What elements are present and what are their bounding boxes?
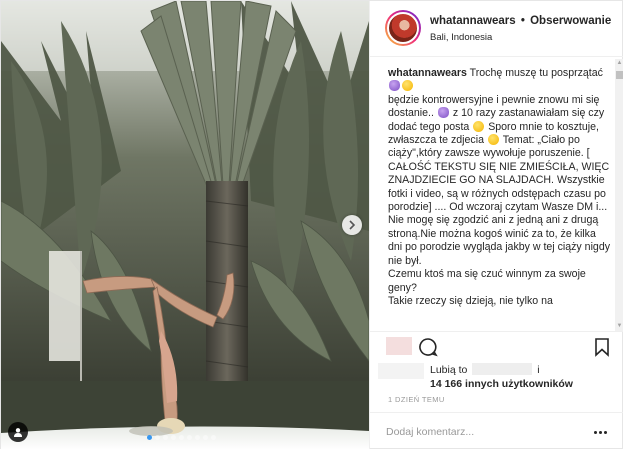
more-dot: [603, 430, 607, 434]
liker-avatar-redacted: [378, 363, 424, 379]
caption-scrollbar[interactable]: ▲ ▼: [615, 59, 623, 331]
carousel-dot: [187, 435, 192, 440]
likes-prefix: Lubią to: [430, 364, 468, 376]
bookmark-icon[interactable]: [592, 337, 612, 357]
carousel-dot: [211, 435, 216, 440]
header-separator: •: [520, 15, 525, 27]
username-link[interactable]: whatannawears: [430, 15, 516, 27]
post-actions: [370, 331, 623, 361]
liker-name-redacted[interactable]: [472, 363, 533, 375]
carousel-dot: [163, 435, 168, 440]
likes-connector: i: [537, 364, 540, 376]
carousel-dot: [195, 435, 200, 440]
carousel-indicator: [147, 435, 216, 440]
caption-line: Temat: „Ciało po ciąży",który zawsze wyw…: [388, 134, 610, 267]
comment-input[interactable]: [386, 423, 576, 441]
user-tag-icon: [14, 428, 22, 437]
post-timestamp[interactable]: 1 DZIEŃ TEMU: [388, 395, 445, 404]
post-side-panel: whatannawears • Obserwowanie Bali, Indon…: [369, 1, 623, 449]
emoji-icon: [402, 80, 413, 92]
comment-bubble-icon[interactable]: [418, 337, 438, 357]
photo-scene: [1, 1, 369, 449]
caption-username[interactable]: whatannawears: [388, 67, 467, 79]
comment-bar: [370, 412, 623, 449]
caption-line: Trochę muszę tu posprzątać: [469, 67, 603, 79]
more-dot: [593, 430, 597, 434]
carousel-next-button[interactable]: [342, 215, 362, 235]
chevron-right-icon: [349, 220, 356, 230]
emoji-icon: [437, 107, 449, 119]
post-photo[interactable]: [1, 1, 369, 449]
header-user-line: whatannawears • Obserwowanie: [430, 15, 611, 27]
carousel-dot: [203, 435, 208, 440]
avatar-image: [387, 12, 419, 44]
more-dot: [598, 430, 602, 434]
caption-line: Takie rzeczy się dzieją, nie tylko na: [388, 294, 553, 307]
caption-line: Czemu ktoś ma się czuć winnym za swoje g…: [388, 268, 586, 294]
carousel-dot: [147, 435, 152, 440]
post-caption: whatannawears Trochę muszę tu posprzątać…: [388, 67, 610, 329]
carousel-dot: [171, 435, 176, 440]
scroll-up-arrow-icon[interactable]: ▲: [615, 59, 623, 68]
avatar[interactable]: [385, 10, 421, 46]
likes-line: Lubią to i: [430, 363, 540, 377]
emoji-icon: [473, 120, 485, 132]
post-header: whatannawears • Obserwowanie Bali, Indon…: [370, 1, 623, 57]
more-options-icon[interactable]: [592, 425, 608, 439]
user-tag-button[interactable]: [8, 422, 28, 442]
likes-others-link[interactable]: 14 166 innych użytkowników: [430, 377, 573, 391]
like-button[interactable]: [386, 337, 412, 355]
scroll-down-arrow-icon[interactable]: ▼: [615, 322, 623, 331]
emoji-icon: [389, 80, 400, 92]
carousel-dot: [179, 435, 184, 440]
location-link[interactable]: Bali, Indonesia: [430, 32, 492, 43]
follow-button[interactable]: Obserwowanie: [530, 15, 611, 27]
emoji-icon: [487, 134, 499, 146]
carousel-dot: [155, 435, 160, 440]
instagram-post-view: whatannawears • Obserwowanie Bali, Indon…: [0, 0, 623, 449]
scroll-thumb[interactable]: [616, 71, 623, 79]
